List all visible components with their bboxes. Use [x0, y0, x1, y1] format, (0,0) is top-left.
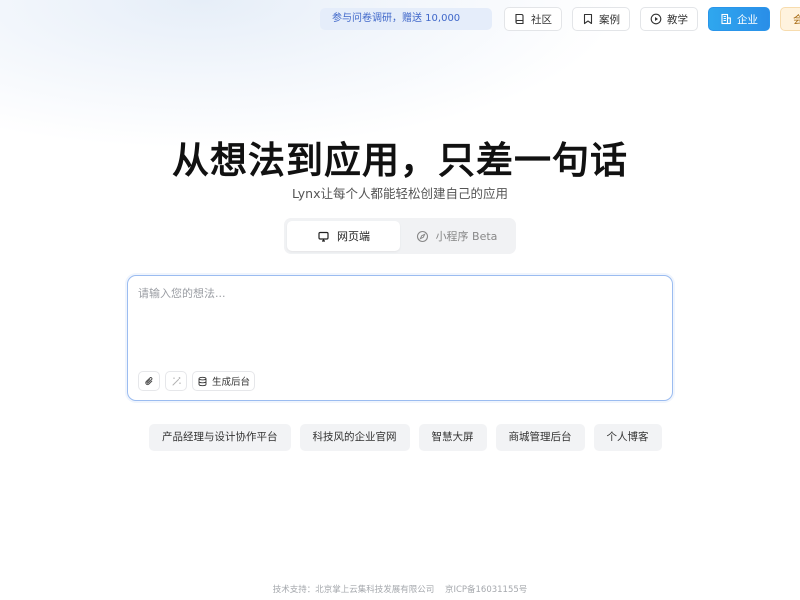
tab-web-label: 网页端: [337, 230, 370, 243]
generate-backend-button[interactable]: 生成后台: [192, 371, 256, 391]
tab-miniprogram-label: 小程序 Beta: [435, 230, 498, 243]
page-subtitle: Lynx让每个人都能轻松创建自己的应用: [291, 186, 509, 201]
database-icon: [198, 376, 207, 386]
input-toolbar: 生成后台: [138, 371, 256, 391]
member-button[interactable]: 会员: [780, 7, 800, 31]
compass-icon: [416, 230, 428, 242]
top-nav: 参与问卷调研，赠送 10,000 社区 案例 教学 企业 会员: [320, 7, 800, 31]
suggestion-chip[interactable]: 商城管理后台: [495, 424, 585, 451]
enterprise-label: 企业: [737, 13, 758, 26]
building-icon: [721, 13, 731, 25]
idea-input[interactable]: [138, 285, 658, 365]
community-label: 社区: [531, 13, 552, 26]
suggestion-chip[interactable]: 科技风的企业官网: [299, 424, 410, 451]
platform-toggle: 网页端 小程序 Beta: [284, 218, 516, 254]
suggestion-chips: 产品经理与设计协作平台 科技风的企业官网 智慧大屏 商城管理后台 个人博客: [149, 424, 662, 451]
magic-button[interactable]: [165, 371, 187, 391]
magic-wand-icon: [172, 376, 181, 385]
suggestion-chip[interactable]: 产品经理与设计协作平台: [149, 424, 291, 451]
enterprise-button[interactable]: 企业: [708, 7, 770, 31]
idea-input-card: 生成后台: [127, 275, 673, 401]
attach-button[interactable]: [138, 371, 160, 391]
tab-web[interactable]: 网页端: [287, 221, 400, 251]
book-icon: [515, 13, 524, 25]
community-button[interactable]: 社区: [504, 7, 562, 31]
footer: 技术支持：北京掌上云集科技发展有限公司 京ICP备16031155号: [0, 583, 800, 595]
footer-icp[interactable]: 京ICP备16031155号: [445, 585, 527, 595]
survey-banner[interactable]: 参与问卷调研，赠送 10,000: [320, 8, 492, 30]
member-label: 会员: [793, 12, 800, 27]
play-icon: [650, 13, 662, 25]
tab-miniprogram[interactable]: 小程序 Beta: [400, 221, 513, 251]
footer-support: 技术支持：北京掌上云集科技发展有限公司: [272, 585, 435, 595]
generate-backend-label: 生成后台: [212, 377, 251, 388]
cases-label: 案例: [599, 13, 620, 26]
tutorial-button[interactable]: 教学: [640, 7, 698, 31]
page-title: 从想法到应用，只差一句话: [172, 139, 628, 182]
bookmark-icon: [583, 13, 593, 25]
tutorial-label: 教学: [667, 13, 688, 26]
suggestion-chip[interactable]: 个人博客: [593, 424, 662, 451]
monitor-icon: [318, 231, 329, 242]
cases-button[interactable]: 案例: [572, 7, 630, 31]
paperclip-icon: [144, 376, 152, 385]
suggestion-chip[interactable]: 智慧大屏: [418, 424, 487, 451]
